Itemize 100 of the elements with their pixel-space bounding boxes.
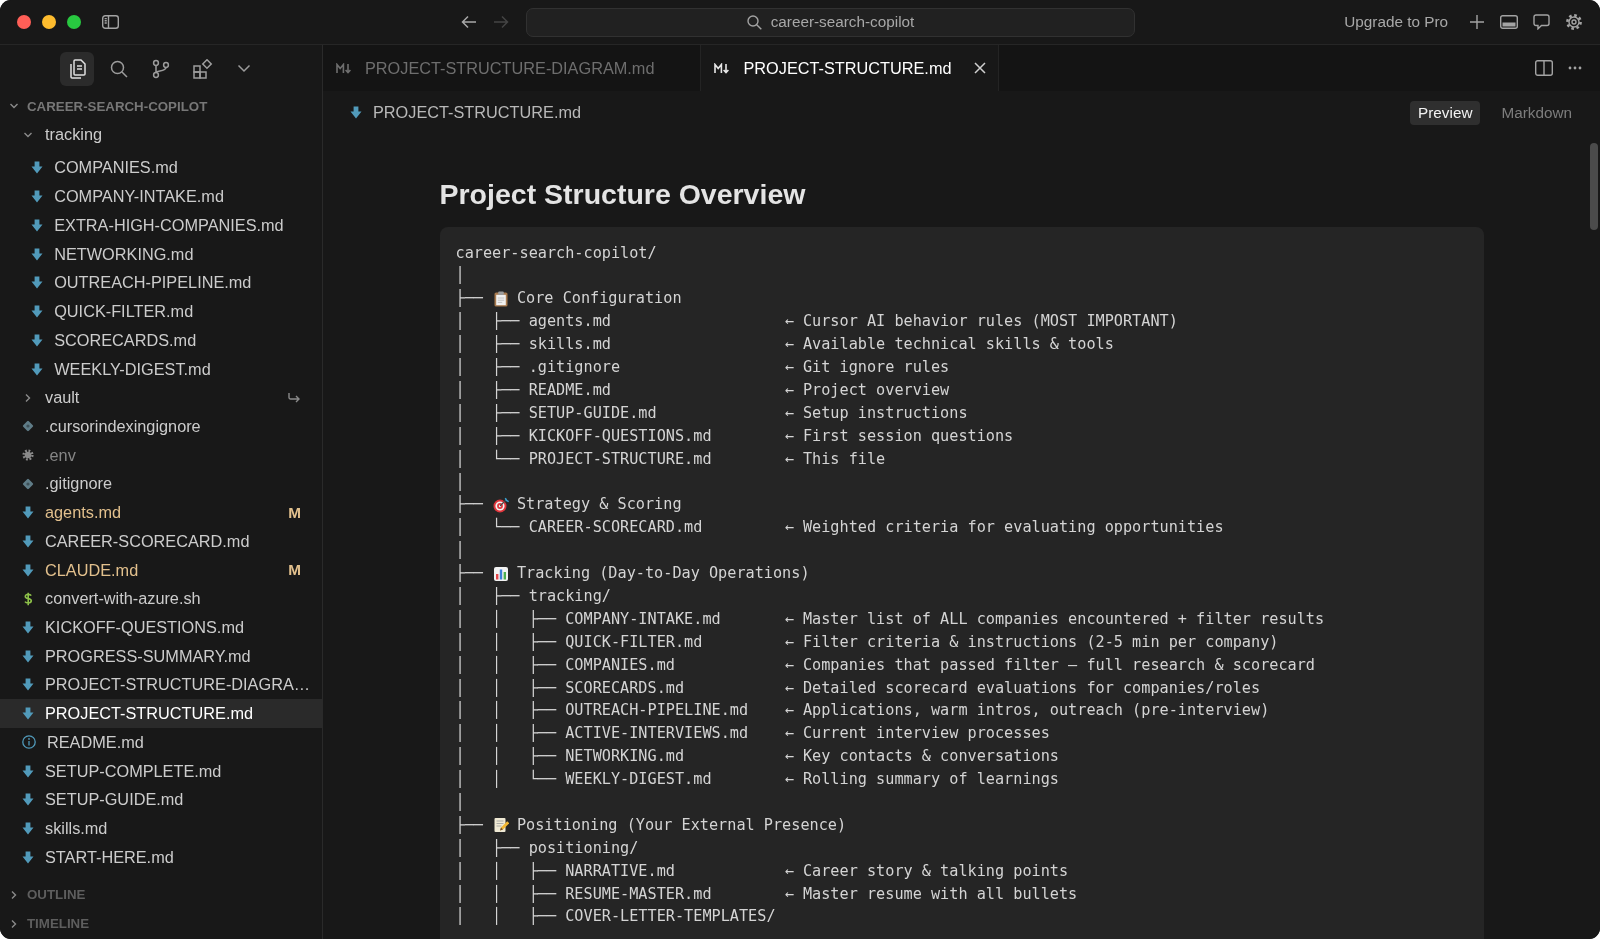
file-item[interactable]: README.md	[0, 728, 322, 757]
tree-comment: ← First session questions	[784, 425, 1014, 447]
tree-guide: │	[455, 471, 465, 493]
editor-tab[interactable]: PROJECT-STRUCTURE.md	[701, 45, 999, 91]
tree-entry: │ │ ├── ACTIVE-INTERVIEWS.md	[455, 724, 749, 743]
scrollbar-thumb[interactable]	[1590, 143, 1598, 230]
minimize-window-button[interactable]	[42, 15, 56, 29]
tree-comment: ← Setup instructions	[784, 402, 968, 424]
tree-branch: ├──	[455, 288, 483, 310]
arrow-down-icon	[22, 534, 34, 548]
tree-entry: │ ├── KICKOFF-QUESTIONS.md	[455, 426, 712, 445]
file-item[interactable]: OUTREACH-PIPELINE.md	[0, 268, 322, 298]
file-item[interactable]: KICKOFF-QUESTIONS.md	[0, 613, 322, 642]
curved-arrow-icon	[287, 391, 301, 404]
folder-path: career-search-copilot/	[455, 242, 657, 264]
close-icon[interactable]	[973, 62, 986, 74]
file-item[interactable]: skills.md	[0, 814, 322, 843]
section-heading: Positioning (Your External Presence)	[516, 814, 847, 836]
file-item[interactable]: .gitignore	[0, 469, 322, 499]
tree-guide: │	[455, 265, 465, 287]
tree-entry: │ │ ├── COMPANY-INTAKE.md	[455, 609, 721, 628]
search-icon	[746, 14, 762, 30]
tree-comment: ← Filter criteria & instructions (2-5 min per company)	[784, 631, 1279, 653]
file-item[interactable]: SCORECARDS.md	[0, 325, 322, 355]
sidebar-toggle-icon[interactable]	[102, 15, 119, 29]
file-item[interactable]: COMPANY-INTAKE.md	[0, 182, 322, 212]
tree-entry: │ │ ├── QUICK-FILTER.md	[455, 632, 703, 651]
file-item[interactable]: NETWORKING.md	[0, 239, 322, 269]
file-item[interactable]: QUICK-FILTER.md	[0, 297, 322, 326]
file-item[interactable]: EXTRA-HIGH-COMPANIES.md	[0, 211, 322, 240]
arrow-down-icon	[31, 190, 44, 204]
file-item[interactable]: .cursorindexingignore	[0, 412, 322, 441]
arrow-down-icon	[22, 678, 34, 692]
tree-comment: ← Applications, warm intros, outreach (pre-interview)	[784, 700, 1270, 722]
target-icon	[492, 496, 509, 513]
file-item[interactable]: CLAUDE.md M	[0, 555, 322, 585]
tree-comment: ← Available technical skills & tools	[784, 334, 1114, 356]
tree-comment: ← Key contacts & conversations	[784, 746, 1059, 768]
arrow-down-icon	[22, 822, 34, 835]
more-icon[interactable]	[1568, 66, 1582, 70]
tree-branch: ├──	[455, 494, 483, 516]
split-editor-icon[interactable]	[1535, 60, 1553, 76]
tree-entry: │ └── PROJECT-STRUCTURE.md	[455, 449, 712, 468]
file-item[interactable]: WEEKLY-DIGEST.md	[0, 354, 322, 384]
markdown-icon	[714, 62, 731, 74]
view-mode-button[interactable]: Preview	[1410, 100, 1481, 125]
file-item[interactable]: CAREER-SCORECARD.md	[0, 526, 322, 556]
file-item[interactable]: .env	[0, 440, 322, 470]
upgrade-button[interactable]: Upgrade to Pro	[1344, 13, 1448, 31]
tree-comment: ← Project overview	[784, 379, 950, 401]
close-window-button[interactable]	[17, 15, 31, 29]
chat-icon[interactable]	[1533, 14, 1550, 30]
explorer-button[interactable]	[60, 51, 94, 86]
tree-entry: │ │ ├── COVER-LETTER-TEMPLATES/	[455, 907, 776, 926]
arrow-down-icon	[22, 850, 34, 864]
file-item[interactable]: PROJECT-STRUCTURE.md	[0, 699, 322, 728]
arrow-down-icon	[31, 333, 44, 347]
git-status-label: M	[288, 503, 301, 522]
bar-chart-icon	[492, 565, 509, 582]
tree-branch: ├──	[455, 563, 483, 585]
memo-icon	[492, 817, 509, 834]
arrow-down-icon	[350, 106, 362, 119]
file-item[interactable]: COMPANIES.md	[0, 153, 322, 183]
breadcrumb-item[interactable]: PROJECT-STRUCTURE.md	[350, 103, 582, 122]
tree-entry: │ └── CAREER-SCORECARD.md	[455, 518, 703, 537]
tree-entry: │ ├── tracking/	[455, 586, 611, 605]
folder-item[interactable]: vault	[0, 383, 322, 413]
chevron-down-icon[interactable]	[237, 64, 251, 73]
file-item[interactable]: SETUP-GUIDE.md	[0, 785, 322, 815]
arrow-down-icon	[31, 305, 44, 319]
plus-icon[interactable]	[1469, 14, 1485, 30]
tree-comment: ← Master list of ALL companies encountered + filter results	[784, 608, 1325, 630]
tree-entry: │ │ ├── NETWORKING.md	[455, 747, 685, 766]
command-center[interactable]: career-search-copilot	[526, 7, 1135, 37]
file-item[interactable]: SETUP-COMPLETE.md	[0, 756, 322, 786]
tree-entry: │ ├── skills.md	[455, 335, 611, 354]
settings-icon[interactable]	[1565, 13, 1583, 31]
files-icon	[68, 58, 86, 79]
explorer-header[interactable]: CAREER-SEARCH-COPILOT	[0, 92, 322, 121]
file-item[interactable]: agents.md M	[0, 498, 322, 527]
section-heading: Tracking (Day-to-Day Operations)	[516, 563, 810, 585]
tree-entry: │ │ ├── COMPANIES.md	[455, 655, 675, 674]
tree-entry: │ │ ├── OUTREACH-PIPELINE.md	[455, 701, 749, 720]
tree-comment: ← Master resume with all bullets	[784, 883, 1078, 905]
file-item[interactable]: PROGRESS-SUMMARY.md	[0, 641, 322, 671]
tree-branch: ├──	[455, 814, 483, 836]
tree-entry: │ ├── README.md	[455, 380, 611, 399]
tree-comment: ← This file	[784, 448, 886, 470]
file-item[interactable]: PROJECT-STRUCTURE-DIAGRA…	[0, 670, 322, 700]
view-mode-button[interactable]: Markdown	[1493, 100, 1580, 125]
search-icon	[110, 59, 128, 78]
arrow-down-icon	[22, 620, 34, 634]
arrow-left-icon[interactable]	[461, 15, 477, 29]
panel-icon[interactable]	[1500, 15, 1518, 29]
arrow-down-icon	[31, 247, 44, 261]
file-item[interactable]: START-HERE.md	[0, 842, 322, 872]
zoom-window-button[interactable]	[67, 15, 81, 29]
markdown-icon	[336, 62, 352, 74]
folder-item[interactable]: tracking	[0, 120, 322, 150]
file-item[interactable]: convert-with-azure.sh	[0, 584, 322, 614]
